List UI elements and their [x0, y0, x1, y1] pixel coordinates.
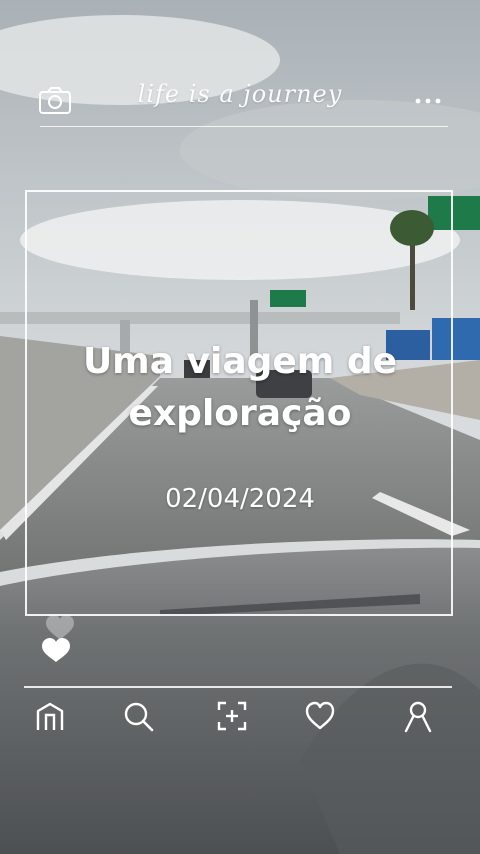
more-dots-icon[interactable] — [412, 92, 444, 110]
bottom-divider — [24, 686, 452, 688]
brand-title: life is a journey — [137, 80, 343, 108]
search-icon — [124, 702, 154, 732]
add-icon — [217, 701, 247, 731]
top-bar: life is a journey — [0, 0, 480, 130]
trip-title: Uma viagem de exploração — [82, 341, 398, 434]
top-divider — [40, 126, 448, 127]
hearts-icon[interactable] — [36, 608, 84, 668]
profile-icon — [404, 701, 432, 733]
nav-profile[interactable] — [396, 694, 440, 738]
trip-date: 02/04/2024 — [165, 484, 315, 514]
home-icon — [36, 702, 64, 730]
nav-add[interactable] — [210, 694, 254, 738]
bottom-nav — [0, 694, 480, 740]
nav-favorites[interactable] — [298, 694, 342, 738]
heart-icon — [305, 701, 335, 730]
nav-home[interactable] — [28, 694, 72, 738]
nav-search[interactable] — [116, 694, 160, 738]
